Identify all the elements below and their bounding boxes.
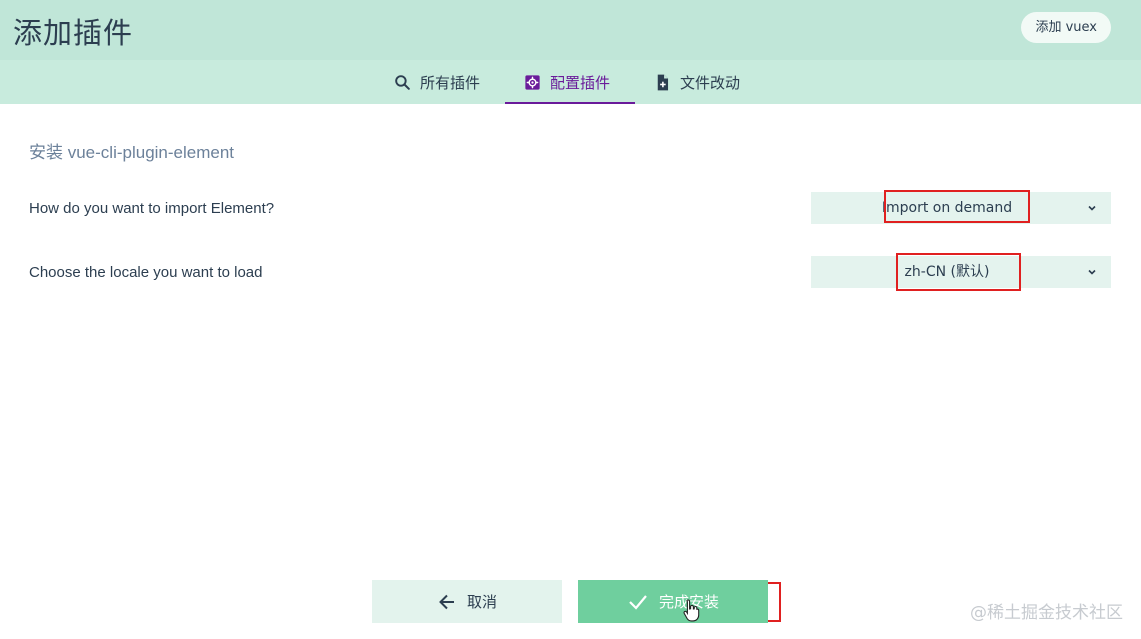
file-plus-icon: [653, 73, 672, 92]
gear-icon: [523, 73, 542, 92]
watermark: @稀土掘金技术社区: [970, 603, 1123, 623]
chevron-down-icon: [1088, 205, 1096, 211]
add-vuex-button[interactable]: 添加 vuex: [1021, 12, 1111, 43]
select-value: zh-CN (默认): [904, 264, 990, 280]
locale-select[interactable]: zh-CN (默认): [811, 256, 1111, 288]
check-icon: [629, 594, 647, 610]
prompt-locale-label: Choose the locale you want to load: [29, 264, 263, 281]
select-value: Import on demand: [881, 200, 1013, 216]
tab-all-plugins[interactable]: 所有插件: [375, 60, 498, 104]
plugin-config-title: 安装 vue-cli-plugin-element: [29, 143, 235, 162]
import-mode-select[interactable]: Import on demand: [811, 192, 1111, 224]
tab-label: 配置插件: [550, 73, 611, 92]
cancel-label: 取消: [466, 593, 497, 611]
tab-configure-plugin[interactable]: 配置插件: [505, 60, 635, 104]
header-bar: 添加插件 添加 vuex: [0, 0, 1141, 60]
tab-bar: 所有插件 配置插件 文件改动: [0, 60, 1141, 104]
tab-label: 所有插件: [420, 73, 481, 92]
finish-install-button[interactable]: 完成安装: [578, 580, 768, 623]
tab-file-changes[interactable]: 文件改动: [635, 60, 758, 104]
chevron-down-icon: [1088, 269, 1096, 275]
arrow-left-icon: [439, 594, 454, 609]
page-title: 添加插件: [13, 16, 134, 50]
tab-label: 文件改动: [680, 73, 741, 92]
search-icon: [393, 73, 412, 92]
hand-cursor-icon: [683, 599, 700, 622]
prompt-import-label: How do you want to import Element?: [29, 200, 275, 217]
cancel-button[interactable]: 取消: [372, 580, 562, 623]
